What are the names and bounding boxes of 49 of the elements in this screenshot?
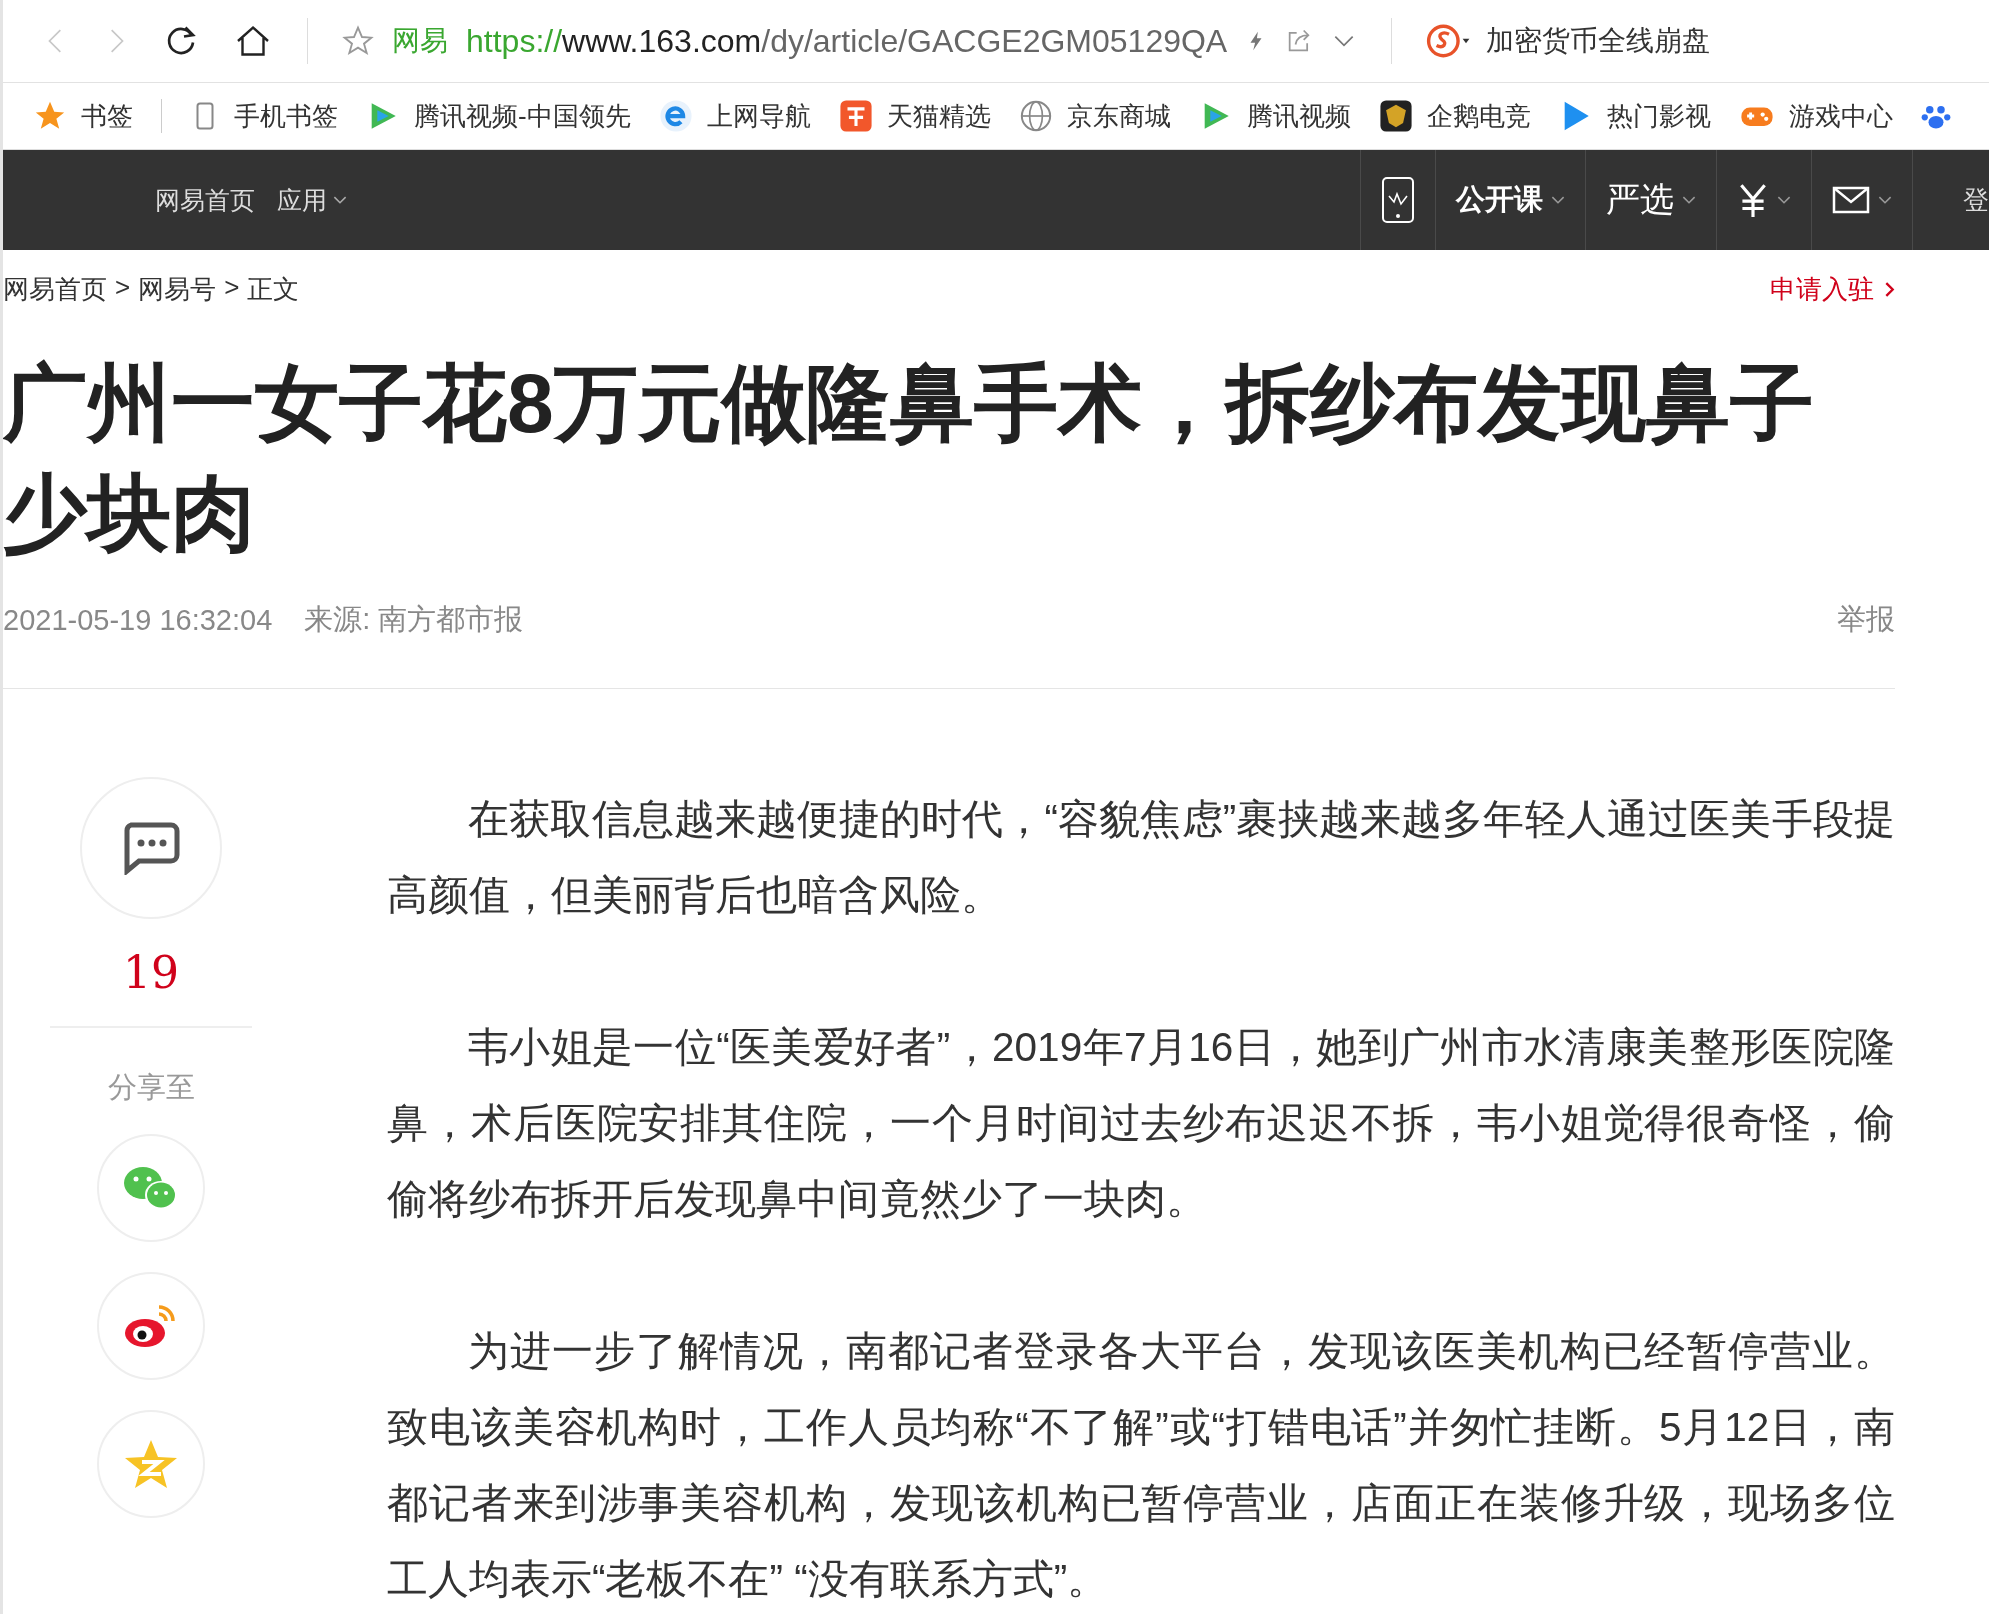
breadcrumb-separator: > <box>224 271 240 304</box>
bookmark-item[interactable]: 天猫精选 <box>838 98 991 134</box>
bookmark-item[interactable]: 游戏中心 <box>1738 98 1893 134</box>
browser-e-icon <box>658 99 693 133</box>
nav-link[interactable]: 应用 <box>277 183 347 217</box>
article-paragraph: 为进一步了解情况，南都记者登录各大平台，发现该医美机构已经暂停营业。致电该美容机构时，工作人员均称“不了解”或“打错电话”并匆忙挂断。5月12日，南都记者来到涉事美容机构，发现该机构已暂停营业，店面正在装修升级，现场多位工人均表示“老板不在” “没有联系方式”。 <box>387 1327 1895 1604</box>
bookmark-item[interactable]: 书签 <box>33 98 133 134</box>
star-icon <box>342 25 374 57</box>
yen-icon <box>1737 182 1769 218</box>
caret-icon <box>1777 195 1791 205</box>
nav-menu-button[interactable]: 严选 <box>1585 150 1716 250</box>
shop-icon <box>838 99 873 133</box>
caret-icon <box>1878 195 1892 205</box>
publish-date: 2021-05-19 16:32:04 <box>3 603 273 637</box>
comment-count: 19 <box>123 947 179 998</box>
search-field[interactable]: 加密货币全线崩盘 <box>1426 22 1711 60</box>
globe-icon <box>1018 99 1053 133</box>
article-paragraph: 韦小姐是一位“医美爱好者”，2019年7月16日，她到广州市水清康美整形医院隆鼻，术后医院安排其住院，一个月时间过去纱布迟迟不拆，韦小姐觉得很奇怪，偷偷将纱布拆开后发现鼻中间竟然少了一块肉。 <box>387 1023 1895 1224</box>
bookmark-item[interactable]: 企鹅电竞 <box>1378 98 1531 134</box>
apply-link[interactable]: 申请入驻 <box>1770 271 1895 307</box>
bookmark-item[interactable]: 上网导航 <box>658 98 811 134</box>
article-paragraph: 在获取信息越来越便捷的时代，“容貌焦虑”裹挟越来越多年轻人通过医美手段提高颜值，但美丽背后也暗含风险。 <box>387 795 1895 920</box>
comment-icon <box>121 821 181 875</box>
bookmark-item[interactable]: 京东商城 <box>1018 98 1171 134</box>
star-icon <box>123 1438 179 1490</box>
share-label: 分享至 <box>107 1070 195 1105</box>
bookmark-item[interactable]: 热门影视 <box>1558 98 1711 134</box>
mail-icon <box>1832 186 1870 214</box>
caret-icon <box>333 195 347 205</box>
breadcrumb-link[interactable]: 网易号 <box>138 271 217 307</box>
bookmark-item[interactable]: 手机书签 <box>190 98 338 134</box>
bookmark-item[interactable]: 腾讯视频-中国领先 <box>366 98 631 134</box>
article-source: 来源: 南方都市报 <box>304 602 524 637</box>
breadcrumb-link[interactable]: 正文 <box>247 271 300 307</box>
comment-button[interactable] <box>80 777 222 919</box>
breadcrumb-link[interactable]: 网易首页 <box>3 271 107 307</box>
chevron-right-icon <box>1884 280 1895 298</box>
share-button[interactable] <box>97 1272 205 1380</box>
phone-app-icon <box>1381 176 1415 224</box>
shield-icon <box>1378 99 1413 133</box>
nav-menu-button[interactable]: 公开课 <box>1435 150 1585 250</box>
caret-icon <box>1682 195 1696 205</box>
report-link[interactable]: 举报 <box>1837 600 1895 640</box>
breadcrumb-separator: > <box>115 271 131 304</box>
address-bar[interactable]: 网易 https://www.163.com/dy/article/GACGE2GM05129QA <box>342 22 1358 60</box>
bookmark-item[interactable]: 腾讯视频 <box>1198 98 1351 134</box>
nav-link[interactable]: 网易首页 <box>155 183 255 217</box>
caret-icon <box>1551 195 1565 205</box>
login-link[interactable]: 登 <box>1912 150 1989 250</box>
